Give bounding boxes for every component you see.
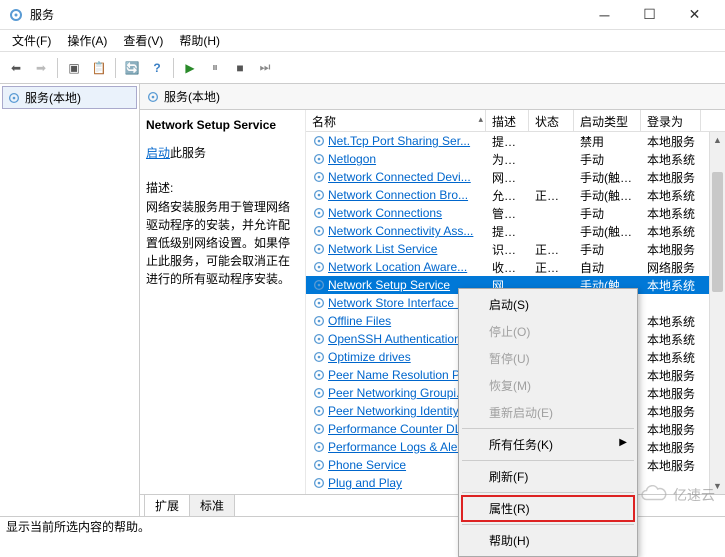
scroll-thumb[interactable] bbox=[712, 172, 723, 292]
column-name[interactable]: 名称▴ bbox=[306, 110, 486, 131]
refresh-button[interactable]: 🔄 bbox=[120, 56, 144, 80]
start-service-suffix: 此服务 bbox=[170, 146, 206, 160]
watermark: 亿速云 bbox=[639, 485, 715, 505]
watermark-text: 亿速云 bbox=[673, 485, 715, 505]
column-startup[interactable]: 启动类型 bbox=[574, 110, 641, 131]
vertical-scrollbar[interactable]: ▲ ▼ bbox=[709, 132, 725, 494]
service-detail: Network Setup Service 启动此服务 描述: 网络安装服务用于… bbox=[140, 110, 305, 494]
service-row[interactable]: Netlogon为用...手动本地系统 bbox=[306, 150, 725, 168]
sort-indicator-icon: ▴ bbox=[478, 114, 483, 125]
scroll-up-icon[interactable]: ▲ bbox=[710, 132, 725, 148]
service-row[interactable]: Net.Tcp Port Sharing Ser...提供...禁用本地服务 bbox=[306, 132, 725, 150]
submenu-arrow-icon: ▶ bbox=[619, 437, 627, 448]
tree-pane: 服务(本地) bbox=[0, 84, 140, 516]
menu-help[interactable]: 帮助(H) bbox=[171, 30, 228, 51]
column-description[interactable]: 描述 bbox=[486, 110, 529, 131]
stop-service-button[interactable]: ■ bbox=[228, 56, 252, 80]
context-menu: 启动(S)停止(O)暂停(U)恢复(M)重新启动(E) 所有任务(K)▶ 刷新(F)… bbox=[458, 288, 638, 557]
status-text: 显示当前所选内容的帮助。 bbox=[6, 518, 150, 535]
gear-icon bbox=[7, 91, 21, 105]
context-menu-item[interactable]: 所有任务(K)▶ bbox=[461, 431, 635, 458]
description-label: 描述: bbox=[146, 179, 299, 196]
service-row[interactable]: Network Location Aware...收集...正在...自动网络服… bbox=[306, 258, 725, 276]
start-service-button[interactable]: ▶ bbox=[178, 56, 202, 80]
show-hide-button[interactable]: ▣ bbox=[62, 56, 86, 80]
maximize-button[interactable]: ☐ bbox=[627, 1, 672, 29]
export-button[interactable]: 📋 bbox=[87, 56, 111, 80]
gear-icon bbox=[146, 90, 160, 104]
titlebar: 服务 ─ ☐ ✕ bbox=[0, 0, 725, 30]
context-menu-item[interactable]: 刷新(F) bbox=[461, 463, 635, 490]
context-menu-item[interactable]: 属性(R) bbox=[461, 495, 635, 522]
context-menu-item: 停止(O) bbox=[461, 318, 635, 345]
back-button[interactable]: ⬅ bbox=[4, 56, 28, 80]
menu-action[interactable]: 操作(A) bbox=[59, 30, 115, 51]
window-title: 服务 bbox=[30, 6, 582, 23]
menu-view[interactable]: 查看(V) bbox=[115, 30, 171, 51]
context-menu-item[interactable]: 启动(S) bbox=[461, 291, 635, 318]
menu-file[interactable]: 文件(F) bbox=[4, 30, 59, 51]
pause-service-button[interactable]: ⏸ bbox=[203, 56, 227, 80]
restart-service-button[interactable]: ⏭ bbox=[253, 56, 277, 80]
service-row[interactable]: Network Connectivity Ass...提供...手动(触发...… bbox=[306, 222, 725, 240]
help-icon[interactable]: ? bbox=[145, 56, 169, 80]
cloud-icon bbox=[639, 485, 669, 505]
list-header: 名称▴ 描述 状态 启动类型 登录为 bbox=[306, 110, 725, 132]
service-row[interactable]: Network Connection Bro...允许...正在...手动(触发… bbox=[306, 186, 725, 204]
tree-root-label: 服务(本地) bbox=[25, 89, 81, 106]
context-menu-item[interactable]: 帮助(H) bbox=[461, 527, 635, 554]
service-row[interactable]: Network List Service识别...正在...手动本地服务 bbox=[306, 240, 725, 258]
selected-service-title: Network Setup Service bbox=[146, 118, 299, 132]
pane-header: 服务(本地) bbox=[140, 84, 725, 110]
app-icon bbox=[8, 7, 24, 23]
start-service-link[interactable]: 启动 bbox=[146, 146, 170, 160]
column-status[interactable]: 状态 bbox=[529, 110, 574, 131]
service-row[interactable]: Network Connections管理...手动本地系统 bbox=[306, 204, 725, 222]
window-controls: ─ ☐ ✕ bbox=[582, 1, 717, 29]
menubar: 文件(F) 操作(A) 查看(V) 帮助(H) bbox=[0, 30, 725, 52]
context-menu-item: 暂停(U) bbox=[461, 345, 635, 372]
tree-root[interactable]: 服务(本地) bbox=[2, 86, 137, 109]
toolbar: ⬅ ➡ ▣ 📋 🔄 ? ▶ ⏸ ■ ⏭ bbox=[0, 52, 725, 84]
close-button[interactable]: ✕ bbox=[672, 1, 717, 29]
forward-button[interactable]: ➡ bbox=[29, 56, 53, 80]
minimize-button[interactable]: ─ bbox=[582, 1, 627, 29]
service-row[interactable]: Network Connected Devi...网络...手动(触发...本地… bbox=[306, 168, 725, 186]
pane-header-label: 服务(本地) bbox=[164, 88, 220, 105]
service-description: 网络安装服务用于管理网络驱动程序的安装，并允许配置低级别网络设置。如果停止此服务… bbox=[146, 198, 299, 288]
tab-standard[interactable]: 标准 bbox=[189, 494, 235, 516]
context-menu-item: 恢复(M) bbox=[461, 372, 635, 399]
column-logon[interactable]: 登录为 bbox=[641, 110, 701, 131]
tab-extended[interactable]: 扩展 bbox=[144, 494, 190, 516]
context-menu-item: 重新启动(E) bbox=[461, 399, 635, 426]
